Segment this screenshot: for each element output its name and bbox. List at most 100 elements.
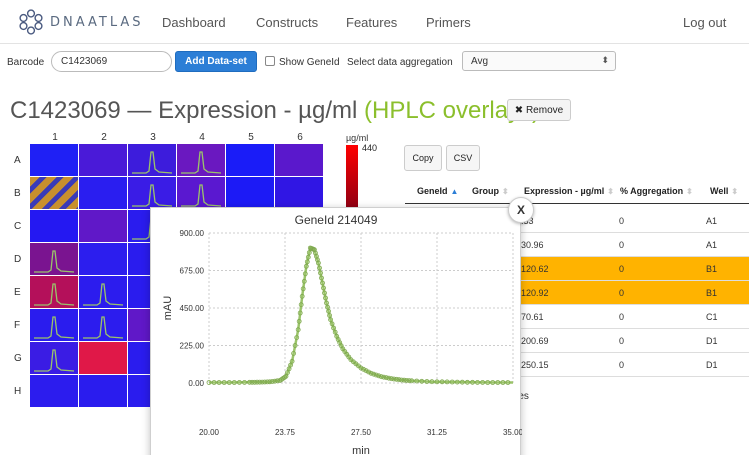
well-trace-icon [34, 250, 75, 273]
cell-expression: 200.69 [521, 336, 549, 346]
well-a5[interactable] [226, 144, 274, 176]
well-b6[interactable] [275, 177, 323, 209]
th-geneid-label: GeneId [417, 186, 448, 196]
well-e2[interactable] [79, 276, 127, 308]
chromatogram-chart: GeneId 214049 0.00 225.00 450.00 675.00 900.0… [162, 213, 524, 455]
well-f2[interactable] [79, 309, 127, 341]
nav-constructs[interactable]: Constructs [256, 15, 318, 30]
th-geneid[interactable]: GeneId ▲ [417, 186, 458, 196]
sort-asc-icon: ▲ [450, 187, 459, 196]
copy-button[interactable]: Copy [404, 145, 442, 171]
nav-primers[interactable]: Primers [426, 15, 471, 30]
cell-well: D1 [706, 360, 718, 370]
logout-link[interactable]: Log out [683, 15, 726, 30]
well-a3[interactable] [128, 144, 176, 176]
cell-well: D1 [706, 336, 718, 346]
well-a1[interactable] [30, 144, 78, 176]
well-e1[interactable] [30, 276, 78, 308]
cell-expression: 250.15 [521, 360, 549, 370]
nav-features[interactable]: Features [346, 15, 397, 30]
th-group-label: Group [472, 186, 499, 196]
x-tick-label: 23.75 [275, 428, 296, 437]
dataset-toolbar: Barcode Add Data-set Show GeneId Select … [0, 48, 749, 76]
row-header: B [14, 188, 21, 199]
column-header: 4 [199, 132, 205, 143]
th-expression[interactable]: Expression - µg/ml ⬍ [524, 186, 614, 196]
well-h2[interactable] [79, 375, 127, 407]
well-b3[interactable] [128, 177, 176, 209]
well-trace-icon [83, 316, 124, 339]
well-trace-icon [181, 184, 222, 207]
well-b1[interactable] [30, 177, 78, 209]
cell-well: A1 [706, 216, 718, 226]
th-aggregation[interactable]: % Aggregation ⬍ [620, 186, 693, 196]
row-header: G [14, 353, 22, 364]
barcode-input[interactable] [51, 51, 172, 72]
well-a6[interactable] [275, 144, 323, 176]
well-trace-icon [34, 349, 75, 372]
add-dataset-button[interactable]: Add Data-set [175, 51, 257, 72]
remove-button[interactable]: ✖ Remove [507, 99, 571, 121]
well-d1[interactable] [30, 243, 78, 275]
column-header: 5 [248, 132, 254, 143]
well-trace-icon [34, 316, 75, 339]
well-a2[interactable] [79, 144, 127, 176]
well-trace-icon [132, 151, 173, 174]
x-tick-label: 35.00 [503, 428, 522, 437]
th-aggregation-label: % Aggregation [620, 186, 684, 196]
sort-icon: ⬍ [686, 187, 693, 196]
well-g2[interactable] [79, 342, 127, 374]
y-tick-label: 450.00 [180, 304, 205, 313]
cell-aggregation: 0 [619, 312, 625, 322]
well-b2[interactable] [79, 177, 127, 209]
well-f1[interactable] [30, 309, 78, 341]
legend-unit: µg/ml [346, 133, 369, 143]
cell-expression: 120.62 [521, 264, 549, 274]
th-group[interactable]: Group ⬍ [472, 186, 509, 196]
well-g1[interactable] [30, 342, 78, 374]
nav-dashboard[interactable]: Dashboard [162, 15, 226, 30]
well-a4[interactable] [177, 144, 225, 176]
cell-well: C1 [706, 312, 718, 322]
cell-aggregation: 0 [619, 240, 625, 250]
brand-name[interactable]: DNAATLAS [50, 15, 144, 30]
cell-expression: 30.96 [521, 240, 544, 250]
sort-icon: ⬍ [731, 187, 739, 196]
cell-expression: 70.61 [521, 312, 544, 322]
well-trace-icon [34, 283, 75, 306]
show-geneid-checkbox[interactable] [265, 56, 275, 66]
row-header: D [14, 254, 22, 265]
well-c2[interactable] [79, 210, 127, 242]
column-header: 6 [297, 132, 303, 143]
x-tick-label: 20.00 [199, 428, 220, 437]
cell-aggregation: 0 [619, 336, 625, 346]
well-d2[interactable] [79, 243, 127, 275]
cell-aggregation: 0 [619, 288, 625, 298]
aggregation-value: Avg [471, 56, 489, 67]
show-geneid-label[interactable]: Show GeneId [279, 57, 340, 68]
well-c1[interactable] [30, 210, 78, 242]
table-header-divider [405, 203, 749, 204]
close-modal-button[interactable]: X [508, 197, 534, 223]
cell-well: B1 [706, 288, 718, 298]
well-b5[interactable] [226, 177, 274, 209]
page-title-main: C1423069 — Expression - µg/ml [10, 97, 364, 124]
dna-atlas-logo-icon[interactable] [18, 9, 44, 35]
chart-title: GeneId 214049 [295, 213, 378, 227]
barcode-label: Barcode [7, 57, 45, 68]
well-h1[interactable] [30, 375, 78, 407]
csv-button[interactable]: CSV [446, 145, 480, 171]
th-well[interactable]: Well ⬍ [710, 186, 738, 196]
sort-icon: ⬍ [502, 187, 509, 196]
chromatogram-modal: GeneId 214049 0.00 225.00 450.00 675.00 900.0… [150, 207, 524, 455]
th-expression-label: Expression - µg/ml [524, 186, 605, 196]
well-trace-icon [83, 283, 124, 306]
aggregation-select[interactable]: Avg ⬍ [462, 51, 616, 71]
well-b4[interactable] [177, 177, 225, 209]
y-tick-label: 225.00 [180, 342, 205, 351]
row-header: H [14, 386, 22, 397]
cell-aggregation: 0 [619, 264, 625, 274]
x-tick-label: 27.50 [351, 428, 372, 437]
row-header: E [14, 287, 21, 298]
y-tick-label: 675.00 [180, 267, 205, 276]
